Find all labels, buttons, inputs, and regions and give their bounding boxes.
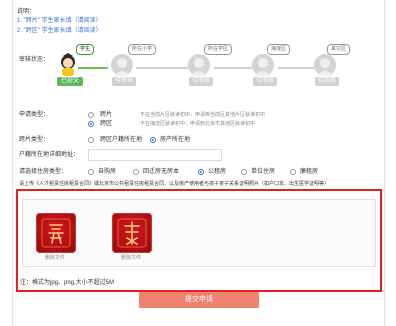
reviewer-avatar-icon (252, 54, 274, 76)
step-status-pending: 待审核 (315, 77, 339, 86)
cross-type-property-radio[interactable] (150, 137, 156, 143)
student-avatar-icon (56, 52, 78, 76)
step-connector (214, 67, 252, 69)
page-border-right (384, 0, 385, 326)
housing-self-purchased-label[interactable]: 自购房 (98, 168, 116, 176)
housing-low-rent-label[interactable]: 廉租房 (300, 168, 318, 176)
apply-type-cross-area-radio[interactable] (88, 112, 94, 118)
reviewer-avatar-icon (111, 54, 133, 76)
step-status-pending: 待审核 (189, 77, 213, 86)
apply-type-cross-area-desc: 不在当前片区就读初中，申请到当前区其他片区就读初中 (140, 112, 266, 118)
intro-title: 说明： (17, 9, 36, 15)
cross-type-label: 跨片类型： (19, 137, 50, 143)
household-address-input[interactable] (88, 149, 222, 161)
apply-type-cross-district-label[interactable]: 跨区 (100, 120, 112, 128)
step-status-pending: 待审核 (112, 77, 136, 86)
housing-work-unit-label[interactable]: 单位住房 (251, 168, 275, 176)
step-connector (278, 67, 314, 69)
cross-type-property-label[interactable]: 房产所在地 (160, 136, 190, 144)
review-status-label: 审核状态： (19, 57, 50, 63)
reviewer-avatar-icon (314, 54, 336, 76)
apply-type-label: 申请类型： (19, 112, 50, 118)
step-status-pending: 待审核 (253, 77, 277, 86)
cross-district-notice-link[interactable]: 2. "跨区" 学生家长填（请阅读） (17, 27, 102, 35)
housing-public-rental-radio[interactable] (198, 169, 204, 175)
apply-type-cross-district-radio[interactable] (88, 121, 94, 127)
step-connector (78, 67, 108, 69)
apply-type-cross-area-label[interactable]: 跨片 (100, 111, 112, 119)
uploaded-file-thumbnail[interactable] (36, 213, 76, 253)
housing-public-rental-label[interactable]: 公租房 (208, 168, 226, 176)
delete-file-link[interactable]: 删除文件 (121, 255, 141, 262)
housing-self-purchased-radio[interactable] (88, 169, 94, 175)
apply-type-cross-district-desc: 不在海淀区就读初中，申请到北京市其他区就读初中 (140, 121, 256, 127)
cross-type-household-radio[interactable] (88, 137, 94, 143)
housing-low-rent-radio[interactable] (290, 169, 296, 175)
housing-relocation-radio[interactable] (133, 169, 139, 175)
housing-relocation-label[interactable]: 回迁房无房本 (143, 168, 179, 176)
upload-format-note: 注：格式为jpg、png,大小不超过5M (20, 280, 115, 286)
step-status-submitted: 已提交 (57, 77, 83, 86)
upload-instruction: 请上传《人才租赁住房租赁合同》或北京市公共租赁住房租赁合同，以及房产使用者与孩子… (19, 181, 330, 187)
reviewer-avatar-icon (188, 54, 210, 76)
submit-application-button[interactable]: 提交申请 (139, 292, 259, 308)
step-connector (136, 67, 188, 69)
delete-file-link[interactable]: 删除文件 (45, 255, 65, 262)
uploaded-file-thumbnail[interactable] (112, 213, 152, 253)
household-address-label: 户籍所在地详细地址： (19, 152, 80, 158)
cross-area-notice-link[interactable]: 1. "跨片" 学生家长填（请阅读） (17, 17, 102, 25)
housing-type-label: 请选择住房类型： (19, 169, 68, 175)
page-border-left (12, 0, 13, 326)
cross-type-household-label[interactable]: 跨区户籍所在地 (100, 136, 142, 144)
housing-work-unit-radio[interactable] (241, 169, 247, 175)
